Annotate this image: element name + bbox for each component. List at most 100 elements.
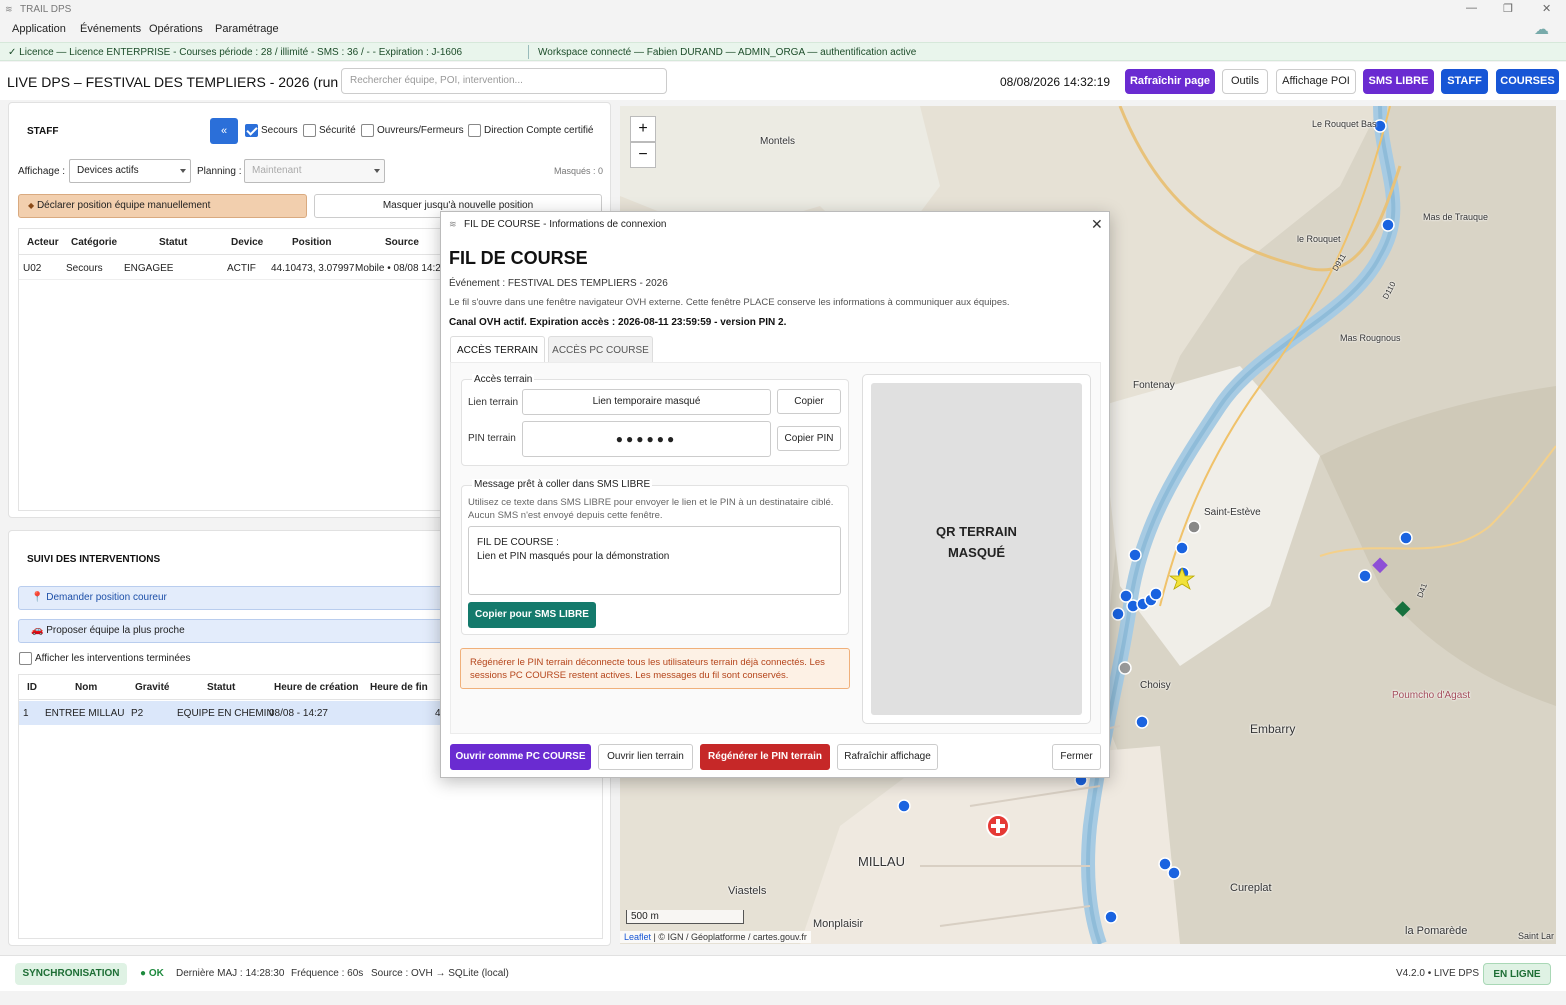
qr-line-2: MASQUÉ [947,545,1006,560]
sms-text-line-2: Lien et PIN masqués pour la démonstratio… [477,551,670,562]
col-id[interactable]: ID [27,682,37,693]
copy-link-button[interactable]: Copier [777,389,841,414]
cell-statut: ENGAGEE [124,263,174,274]
cell-gravite: P2 [131,708,144,719]
col-statut[interactable]: Statut [159,237,187,248]
map-label: Mas Rougnous [1340,333,1401,343]
menu-evenements[interactable]: Événements [80,23,141,35]
attribution-link[interactable]: Leaflet [624,932,651,942]
cell-creation: 08/08 - 14:27 [269,708,328,719]
sms-text-line-1: FIL DE COURSE : [477,537,559,548]
map-label: Cureplat [1230,882,1272,894]
refresh-display-button[interactable]: Rafraîchir affichage [837,744,938,770]
col-gravite[interactable]: Gravité [135,682,169,693]
map-label: Embarry [1250,722,1296,736]
staff-button[interactable]: STAFF [1441,69,1488,94]
filter-secours-checkbox[interactable] [245,124,258,137]
zoom-out-button[interactable]: − [630,142,656,168]
info-text: Le fil s'ouvre dans une fenêtre navigate… [449,297,1010,308]
maximize-icon[interactable]: ❐ [1503,2,1513,15]
courses-button[interactable]: COURSES [1496,69,1559,94]
show-done-checkbox[interactable] [19,652,32,665]
copy-sms-button[interactable]: Copier pour SMS LIBRE [468,602,596,628]
col-fin[interactable]: Heure de fin [370,682,428,693]
open-field-link-button[interactable]: Ouvrir lien terrain [598,744,693,770]
declare-position-label: Déclarer position équipe manuellement [36,200,211,211]
map-label: Mas de Trauque [1423,212,1489,222]
sms-text-area[interactable]: FIL DE COURSE : Lien et PIN masqués pour… [468,526,841,595]
dialog-window-title: FIL DE COURSE - Informations de connexio… [464,219,667,230]
lien-terrain-field[interactable]: Lien temporaire masqué [522,389,771,415]
close-icon[interactable]: ✕ [1091,216,1103,233]
map-label: le Rouquet [1297,234,1341,244]
cloud-icon: ☁ [1534,21,1549,38]
tools-button[interactable]: Outils [1222,69,1268,94]
planning-select[interactable]: Maintenant [244,159,385,183]
copy-pin-button[interactable]: Copier PIN [777,426,841,451]
filter-ouvreurs-checkbox[interactable] [361,124,374,137]
sms-message-legend: Message prêt à coller dans SMS LIBRE [472,479,653,490]
filter-ouvreurs-label: Ouvreurs/Fermeurs [377,125,464,136]
refresh-page-button[interactable]: Rafraîchir page [1125,69,1215,94]
dialog-app-icon: ≋ [449,219,457,229]
show-done-label: Afficher les interventions terminées [35,653,191,664]
lien-terrain-label: Lien terrain [468,397,519,408]
masques-count: Masqués : 0 [554,166,604,176]
col-acteur[interactable]: Acteur [27,237,59,248]
qr-line-1: QR TERRAIN [936,524,1017,539]
col-statut[interactable]: Statut [207,682,235,693]
map-label: Monplaisir [813,918,864,930]
warning-box: Régénérer le PIN terrain déconnecte tous… [460,648,850,689]
col-device[interactable]: Device [231,237,263,248]
sync-badge: SYNCHRONISATION [15,963,127,985]
attribution-text: | © IGN / Géoplatforme / cartes.gouv.fr [651,932,807,942]
map-label: Poumcho d'Agast [1392,690,1471,701]
title-bar: ≋ TRAIL DPS — ❐ ✕ [0,0,1566,19]
map-label: Fontenay [1133,380,1175,391]
filter-direction-label: Direction Compte certifié [484,125,594,136]
warning-line-1: Régénérer le PIN terrain déconnecte tous… [470,657,825,668]
col-creation[interactable]: Heure de création [274,682,358,693]
chevron-down-icon [180,169,186,173]
zoom-in-button[interactable]: + [630,116,656,142]
search-input[interactable]: Rechercher équipe, POI, intervention... [341,68,667,94]
sms-libre-button[interactable]: SMS LIBRE [1363,69,1434,94]
qr-placeholder: QR TERRAIN MASQUÉ [871,383,1082,715]
declare-position-button[interactable]: ◆ Déclarer position équipe manuellement [18,194,307,218]
tab-acces-terrain[interactable]: ACCÈS TERRAIN [450,336,545,363]
pin-terrain-label: PIN terrain [468,433,516,444]
cell-nom: ENTREE MILLAU [45,708,125,719]
map-scale: 500 m [626,910,744,924]
collapse-button[interactable]: « [210,118,238,144]
menu-application[interactable]: Application [12,23,66,35]
status-bar: SYNCHRONISATION ● OK Dernière MAJ : 14:2… [0,955,1566,991]
license-info: ✓ Licence — Licence ENTERPRISE - Courses… [8,47,463,58]
col-nom[interactable]: Nom [75,682,97,693]
filter-securite-checkbox[interactable] [303,124,316,137]
regenerate-pin-button[interactable]: Régénérer le PIN terrain [700,744,830,770]
col-categorie[interactable]: Catégorie [71,237,117,248]
open-pc-course-button[interactable]: Ouvrir comme PC COURSE [450,744,591,770]
menu-parametrage[interactable]: Paramétrage [215,23,279,35]
minimize-icon[interactable]: — [1466,2,1477,14]
last-update: Dernière MAJ : 14:28:30 [176,968,285,979]
workspace-info: Workspace connecté — Fabien DURAND — ADM… [538,47,917,58]
filter-direction-checkbox[interactable] [468,124,481,137]
pin-terrain-field[interactable]: ●●●●●● [522,421,771,457]
map-label: Le Rouquet Bas [1312,119,1377,129]
close-button[interactable]: Fermer [1052,744,1101,770]
col-source[interactable]: Source [385,237,419,248]
menu-operations[interactable]: Opérations [149,23,203,35]
app-version: V4.2.0 • LIVE DPS [1396,968,1479,979]
map-attribution: Leaflet | © IGN / Géoplatforme / cartes.… [620,931,811,943]
map-label: Saint-Estève [1204,507,1261,518]
poi-display-button[interactable]: Affichage POI [1276,69,1356,94]
car-icon: 🚗 [31,625,44,636]
close-icon[interactable]: ✕ [1542,2,1551,15]
map-label: Choisy [1140,680,1171,691]
affichage-select[interactable]: Devices actifs [69,159,191,183]
filter-securite-label: Sécurité [319,125,356,136]
tab-acces-pc-course[interactable]: ACCÈS PC COURSE [548,336,653,363]
map-label: MILLAU [858,854,905,869]
col-position[interactable]: Position [292,237,331,248]
